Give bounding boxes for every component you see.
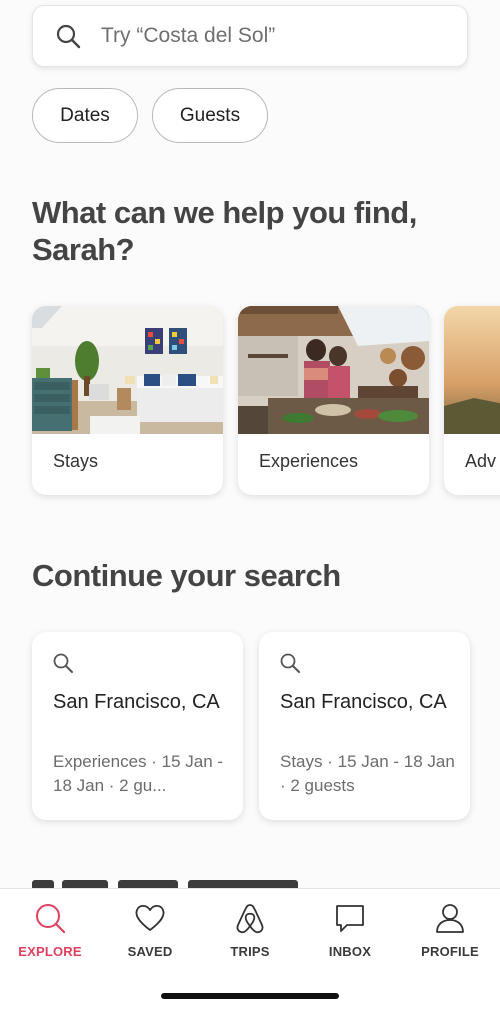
chat-bubble-icon [336,905,364,932]
tab-explore[interactable]: EXPLORE [0,901,100,971]
search-placeholder: Try “Costa del Sol” [101,24,276,47]
airbnb-logo-icon [236,904,264,934]
guests-filter-button[interactable]: Guests [152,88,268,143]
recent-search-details: Experiences · 15 Jan - 18 Jan · 2 gu... [53,752,224,795]
landscape-photo [444,306,500,434]
person-icon [436,904,464,933]
category-card-experiences[interactable]: Experiences [238,306,429,495]
tab-label: EXPLORE [18,944,82,959]
recent-search-details: Stays · 15 Jan - 18 Jan · 2 guests [280,752,455,795]
tab-trips[interactable]: TRIPS [200,901,300,971]
tab-inbox[interactable]: INBOX [300,901,400,971]
heart-icon [135,904,165,931]
category-label: Adv [465,451,497,471]
tab-label: SAVED [127,944,173,959]
recent-search-place: San Francisco, CA [280,691,447,713]
recent-search-card[interactable]: San Francisco, CA Experiences · 15 Jan -… [32,632,243,820]
home-indicator[interactable] [161,993,339,999]
recent-search-card[interactable]: San Francisco, CA Stays · 15 Jan - 18 Ja… [259,632,470,820]
bedroom-photo [32,306,223,434]
greeting-heading: What can we help you find, Sarah? [32,195,417,267]
search-icon [280,653,300,673]
cooking-photo [238,306,429,434]
tab-profile[interactable]: PROFILE [400,901,500,971]
category-card-adventures[interactable]: Adv [444,306,500,495]
explore-screen: Try “Costa del Sol” Dates Guests What ca… [0,0,500,1012]
search-icon [36,904,66,934]
search-icon [56,24,81,49]
continue-search-heading: Continue your search [32,558,341,593]
search-bar[interactable]: Try “Costa del Sol” [32,5,468,67]
category-label: Stays [53,451,99,471]
tab-saved[interactable]: SAVED [100,901,200,971]
tab-label: INBOX [328,944,372,959]
category-card-stays[interactable]: Stays [32,306,223,495]
category-label: Experiences [259,451,359,471]
tab-label: PROFILE [421,944,479,959]
dates-filter-button[interactable]: Dates [32,88,138,143]
tab-label: TRIPS [230,944,270,959]
search-icon [53,653,73,673]
recent-search-place: San Francisco, CA [53,691,220,713]
